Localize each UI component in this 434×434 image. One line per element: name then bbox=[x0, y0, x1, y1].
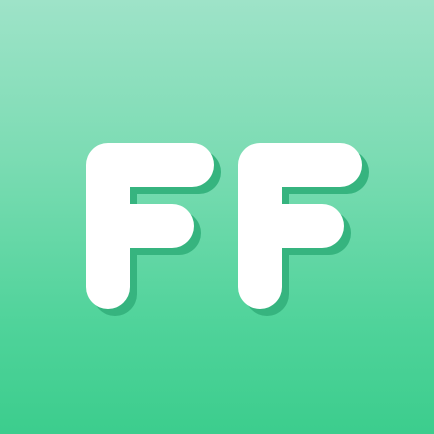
ff-letters-icon bbox=[86, 143, 369, 316]
letter-f-left bbox=[86, 143, 214, 309]
letter-f-right bbox=[238, 143, 362, 309]
app-icon bbox=[0, 0, 434, 434]
letters-fill bbox=[86, 143, 362, 309]
